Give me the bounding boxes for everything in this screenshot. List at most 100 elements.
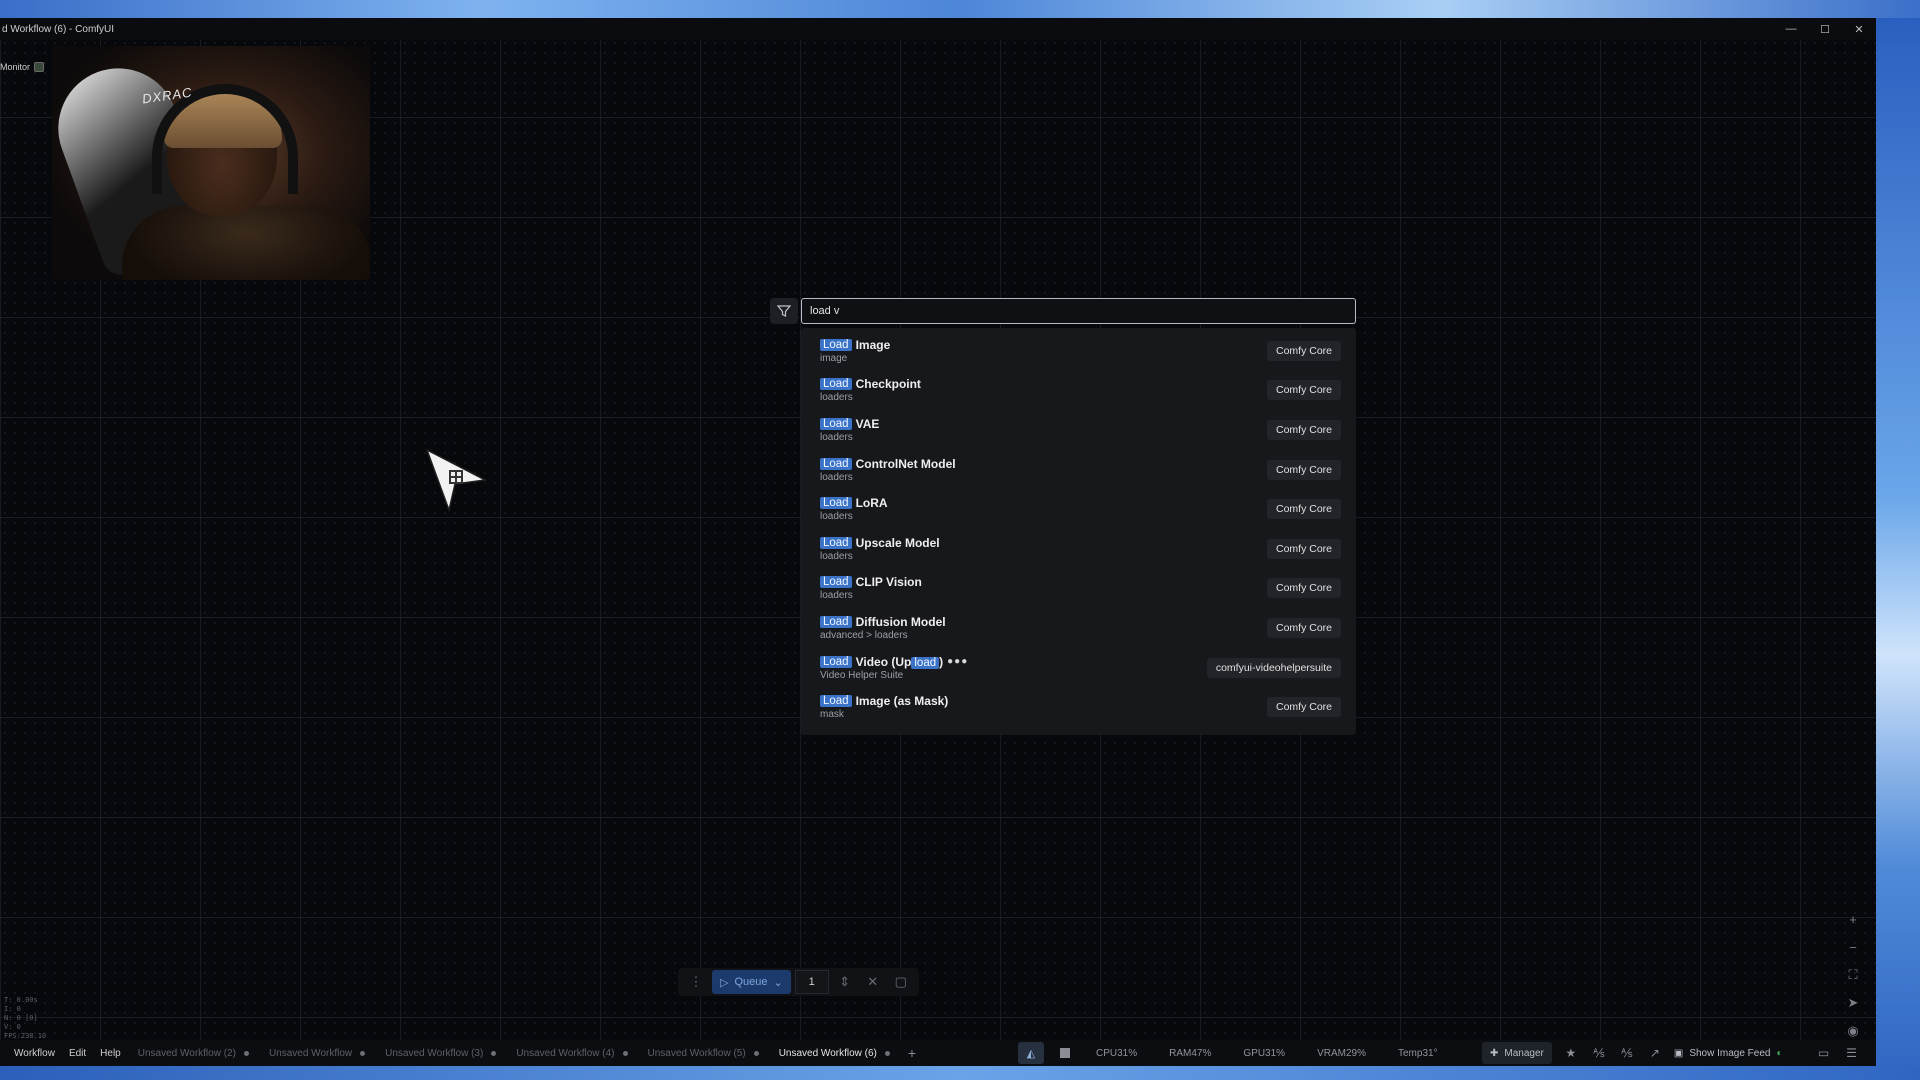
match-highlight: Load (820, 695, 852, 708)
tab-close-dot[interactable] (884, 1050, 890, 1056)
monitor-chart-icon[interactable]: ◭ (1018, 1042, 1044, 1064)
result-source-badge: Comfy Core (1266, 419, 1341, 440)
node-search-input[interactable] (801, 298, 1356, 324)
result-source-badge: Comfy Core (1266, 697, 1341, 718)
search-result-item[interactable]: Load LoRA loaders Comfy Core (801, 489, 1356, 529)
webcam-overlay: DXRAC (52, 46, 370, 280)
canvas-debug-info: T: 0.00s I: 0 N: 0 [0] V: 0 FPS:238.10 (4, 996, 46, 1041)
search-result-item[interactable]: Load VAE loaders Comfy Core (801, 410, 1356, 450)
node-alt-icon[interactable]: ⅍ (1618, 1046, 1636, 1060)
comfyui-window: d Workflow (6) - ComfyUI — ☐ ✕ Monitor D… (0, 18, 1876, 1066)
batch-count-input[interactable]: 1 (794, 970, 829, 994)
search-result-item[interactable]: Load Image image Comfy Core (801, 331, 1356, 371)
match-highlight: Load (820, 536, 852, 549)
workflow-tab[interactable]: Unsaved Workflow (3) (375, 1048, 506, 1059)
result-source-badge: Comfy Core (1266, 340, 1341, 361)
tab-close-dot[interactable] (360, 1050, 366, 1056)
bottom-toolbar: Workflow Edit Help Unsaved Workflow (2) U… (0, 1040, 1876, 1066)
tab-close-dot[interactable] (491, 1050, 497, 1056)
workflow-tab[interactable]: Unsaved Workflow (5) (638, 1048, 769, 1059)
minimize-button[interactable]: — (1774, 18, 1808, 40)
menu-icon[interactable]: ☰ (1843, 1046, 1861, 1060)
search-result-item[interactable]: Load Diffusion Model advanced > loaders … (801, 608, 1356, 648)
stepper-icon[interactable]: ⇕ (833, 970, 857, 994)
workflow-tab[interactable]: Unsaved Workflow (4) (506, 1048, 637, 1059)
panel-icon[interactable]: ▭ (1815, 1046, 1833, 1060)
stop-icon[interactable]: ▢ (889, 970, 913, 994)
match-highlight: Load (820, 457, 852, 470)
canvas-side-tools: + − ⛶ ➤ ◉ (1838, 908, 1868, 1042)
tab-close-dot[interactable] (753, 1050, 759, 1056)
zoom-in-icon[interactable]: + (1838, 908, 1868, 930)
result-name: Diffusion Model (855, 614, 946, 629)
drag-handle-icon[interactable]: ⋮ (684, 970, 708, 994)
image-feed-toggle[interactable]: ▣ Show Image Feed ◐ (1674, 1048, 1783, 1059)
tab-label: Unsaved Workflow (268, 1047, 353, 1059)
result-name: VAE (855, 416, 880, 431)
image-feed-icon: ▣ (1673, 1047, 1684, 1059)
menu-help[interactable]: Help (93, 1048, 128, 1059)
debug-line: N: 0 [0] (4, 1014, 38, 1022)
gpu-usage: GPU31% (1243, 1047, 1286, 1059)
search-result-item[interactable]: Load CLIP Vision loaders Comfy Core (801, 569, 1356, 609)
manager-button[interactable]: ✚ Manager (1482, 1042, 1552, 1064)
workflow-tab[interactable]: Unsaved Workflow (259, 1048, 375, 1059)
rating-dots: ●●● (947, 656, 969, 668)
tab-close-dot[interactable] (622, 1050, 628, 1056)
queue-toolbar: ⋮ ▷ Queue ⌄ 1 ⇕ ✕ ▢ (678, 968, 919, 996)
match-highlight: load (911, 656, 940, 669)
match-highlight: Load (820, 338, 852, 351)
workflow-tabs: Unsaved Workflow (2) Unsaved Workflow Unsa… (128, 1048, 900, 1059)
menu-edit[interactable]: Edit (62, 1048, 93, 1059)
result-source-badge: Comfy Core (1266, 617, 1341, 638)
right-toolbar: ✚ Manager ★ ⅍ ⅍ ↗ ▣ Show Image Feed ◐ ▭ … (1482, 1040, 1861, 1066)
queue-label: Queue (734, 976, 768, 988)
pointer-mode-icon[interactable]: ➤ (1838, 992, 1868, 1014)
monitor-checkbox[interactable] (34, 62, 45, 72)
tab-label: Unsaved Workflow (5) (647, 1047, 746, 1059)
match-highlight: Load (820, 655, 852, 668)
menu-workflow[interactable]: Workflow (0, 1048, 62, 1059)
star-icon[interactable]: ★ (1562, 1046, 1580, 1060)
result-name: Image (as Mask) (855, 694, 949, 709)
search-result-item[interactable]: Load Checkpoint loaders Comfy Core (801, 371, 1356, 411)
queue-button[interactable]: ▷ Queue ⌄ (712, 970, 791, 994)
result-source-badge: Comfy Core (1266, 578, 1341, 599)
zoom-out-icon[interactable]: − (1838, 936, 1868, 958)
play-icon: ▷ (720, 976, 729, 989)
vram-usage: VRAM29% (1317, 1047, 1366, 1059)
result-source-badge: Comfy Core (1266, 538, 1341, 559)
search-result-item[interactable]: Load Video (Up load) ●●● Video Helper Sui… (801, 648, 1356, 688)
search-result-item[interactable]: Load Image (as Mask) mask Comfy Core (801, 687, 1356, 727)
resource-monitor: ◭ CPU31% RAM47% GPU31% VRAM29% Temp31° (1018, 1040, 1454, 1066)
workflow-tab[interactable]: Unsaved Workflow (6) (769, 1048, 900, 1059)
match-highlight: Load (820, 497, 852, 510)
gpu-temp: Temp31° (1397, 1047, 1438, 1059)
tab-close-dot[interactable] (243, 1050, 249, 1056)
result-name: LoRA (855, 496, 888, 511)
monitor-toggle[interactable]: Monitor (0, 62, 45, 72)
visibility-icon[interactable]: ◉ (1838, 1020, 1868, 1042)
workflow-tab[interactable]: Unsaved Workflow (2) (128, 1048, 259, 1059)
desktop-top-strip (0, 0, 1920, 18)
chevron-down-icon[interactable]: ⌄ (774, 976, 783, 989)
node-icon[interactable]: ⅍ (1590, 1046, 1608, 1060)
debug-line: I: 0 (4, 1005, 21, 1013)
search-result-item[interactable]: Load Upscale Model loaders Comfy Core (801, 529, 1356, 569)
match-highlight: Load (820, 615, 852, 628)
webcam-person-body (122, 206, 370, 280)
filter-button[interactable] (770, 298, 798, 324)
cancel-icon[interactable]: ✕ (861, 970, 885, 994)
tab-label: Unsaved Workflow (2) (137, 1047, 236, 1059)
debug-line: V: 0 (4, 1023, 21, 1031)
close-button[interactable]: ✕ (1842, 18, 1876, 40)
search-result-item[interactable]: Load ControlNet Model loaders Comfy Core (801, 450, 1356, 490)
stop-square-icon[interactable] (1060, 1048, 1070, 1058)
result-name: ControlNet Model (855, 456, 956, 471)
share-icon[interactable]: ↗ (1646, 1046, 1664, 1060)
add-tab-button[interactable]: + (900, 1045, 924, 1061)
window-titlebar: d Workflow (6) - ComfyUI — ☐ ✕ (0, 18, 1876, 40)
tab-label: Unsaved Workflow (4) (516, 1047, 615, 1059)
maximize-button[interactable]: ☐ (1808, 18, 1842, 40)
fit-view-icon[interactable]: ⛶ (1838, 964, 1868, 986)
